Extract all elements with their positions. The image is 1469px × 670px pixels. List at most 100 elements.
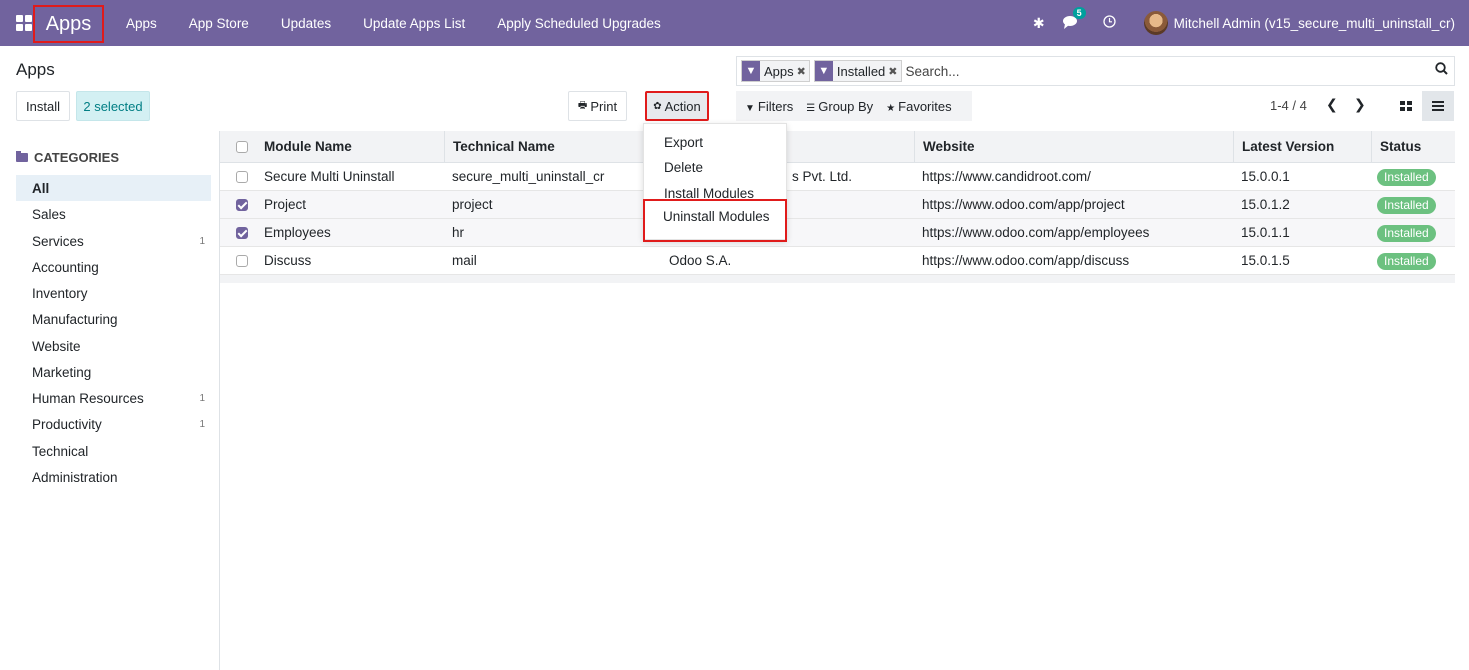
avatar[interactable] xyxy=(1143,11,1168,35)
sidebar-item-accounting[interactable]: Accounting xyxy=(16,254,211,280)
cell-technical-name: project xyxy=(452,197,493,212)
main-menu: Apps App Store Updates Update Apps List … xyxy=(110,0,677,46)
filter-icon: ▼ xyxy=(745,102,755,114)
remove-facet-icon[interactable]: ✖ xyxy=(797,65,809,78)
table-row[interactable]: Secure Multi Uninstall secure_multi_unin… xyxy=(220,163,1455,191)
search-icon[interactable] xyxy=(1435,62,1448,78)
sidebar-item-label: Website xyxy=(32,338,81,354)
table-row[interactable]: Discuss mail Odoo S.A. https://www.odoo.… xyxy=(220,247,1455,275)
column-module-name[interactable]: Module Name xyxy=(256,131,352,163)
table-row[interactable]: Project project https://www.odoo.com/app… xyxy=(220,191,1455,219)
print-icon: 🖶 xyxy=(577,99,588,111)
sidebar-item-label: Sales xyxy=(32,206,66,222)
filter-icon: ▼ xyxy=(742,61,760,81)
sidebar-item-marketing[interactable]: Marketing xyxy=(16,359,211,385)
install-button[interactable]: Install xyxy=(16,91,70,121)
status-badge: Installed xyxy=(1377,197,1436,214)
table-row[interactable]: Employees hr https://www.odoo.com/app/em… xyxy=(220,219,1455,247)
sidebar-item-all[interactable]: All xyxy=(16,175,211,201)
sidebar-item-productivity[interactable]: Productivity 1 xyxy=(16,411,211,437)
menu-apply-scheduled-upgrades[interactable]: Apply Scheduled Upgrades xyxy=(481,16,677,31)
chevron-left-icon[interactable]: ❮ xyxy=(1326,96,1338,113)
cell-website: https://www.odoo.com/app/employees xyxy=(922,225,1150,240)
kanban-view-button[interactable] xyxy=(1390,91,1422,121)
table-header: Module Name Technical Name Website Lates… xyxy=(220,131,1455,163)
status-badge: Installed xyxy=(1377,253,1436,270)
cell-module-name: Employees xyxy=(264,225,331,240)
page-title: Apps xyxy=(16,60,55,79)
row-checkbox[interactable] xyxy=(236,255,248,267)
sidebar-item-count: 1 xyxy=(199,418,205,430)
select-all-checkbox[interactable] xyxy=(236,141,248,153)
sidebar-item-sales[interactable]: Sales xyxy=(16,201,211,227)
bug-icon[interactable]: ✱ xyxy=(1033,15,1045,32)
column-status[interactable]: Status xyxy=(1371,131,1421,163)
cell-website: https://www.candidroot.com/ xyxy=(922,169,1091,184)
search-input[interactable] xyxy=(905,59,1406,83)
kanban-icon xyxy=(1400,101,1412,111)
favorites-button[interactable]: ★ Favorites xyxy=(877,99,955,114)
filter-icon: ▼ xyxy=(814,61,833,81)
sidebar-item-administration[interactable]: Administration xyxy=(16,464,211,490)
sidebar-item-label: Administration xyxy=(32,469,118,485)
menu-updates[interactable]: Updates xyxy=(265,16,347,31)
cell-version: 15.0.0.1 xyxy=(1241,169,1290,184)
favorites-label: Favorites xyxy=(898,98,952,114)
menu-update-apps-list[interactable]: Update Apps List xyxy=(347,16,481,31)
menu-app-store[interactable]: App Store xyxy=(173,16,265,31)
star-icon: ★ xyxy=(886,102,896,114)
sidebar-item-services[interactable]: Services 1 xyxy=(16,228,211,254)
column-technical-name[interactable]: Technical Name xyxy=(444,131,555,163)
menu-apps[interactable]: Apps xyxy=(110,16,173,31)
list-view-button[interactable] xyxy=(1422,91,1454,121)
cell-version: 15.0.1.1 xyxy=(1241,225,1290,240)
print-button[interactable]: 🖶 Print xyxy=(568,91,627,121)
apps-grid-icon[interactable] xyxy=(16,15,32,31)
selected-count-badge[interactable]: 2 selected xyxy=(76,91,150,121)
sidebar-item-technical[interactable]: Technical xyxy=(16,438,211,464)
sidebar-item-label: Technical xyxy=(32,443,89,459)
app-brand[interactable]: Apps xyxy=(33,5,104,43)
table-footer xyxy=(220,275,1455,283)
groupby-button[interactable]: ☰ Group By xyxy=(797,99,877,114)
row-checkbox[interactable] xyxy=(236,227,248,239)
menu-item-export[interactable]: Export xyxy=(664,135,703,150)
sidebar-item-label: Services xyxy=(32,233,84,249)
sidebar-item-manufacturing[interactable]: Manufacturing xyxy=(16,306,211,332)
message-count-badge: 5 xyxy=(1072,6,1086,19)
cell-website: https://www.odoo.com/app/discuss xyxy=(922,253,1130,268)
sidebar-item-human-resources[interactable]: Human Resources 1 xyxy=(16,385,211,411)
row-checkbox[interactable] xyxy=(236,199,248,211)
search-options: ▼ Filters ☰ Group By ★ Favorites xyxy=(736,91,972,121)
gear-icon: ✿ xyxy=(653,100,662,112)
sidebar-item-inventory[interactable]: Inventory xyxy=(16,280,211,306)
column-website[interactable]: Website xyxy=(914,131,975,163)
navbar-systray: ✱ 5 Mitchell Admin (v15_secure_multi_uni… xyxy=(1017,0,1455,46)
user-name[interactable]: Mitchell Admin (v15_secure_multi_uninsta… xyxy=(1174,16,1455,31)
chat-icon[interactable]: 5 xyxy=(1062,6,1086,32)
pager-value[interactable]: 1-4 / 4 xyxy=(1270,98,1307,113)
menu-item-uninstall-modules[interactable]: Uninstall Modules xyxy=(663,209,770,224)
chevron-right-icon[interactable]: ❯ xyxy=(1354,96,1366,113)
filters-button[interactable]: ▼ Filters xyxy=(736,99,797,114)
sidebar-item-label: Marketing xyxy=(32,364,92,380)
column-latest-version[interactable]: Latest Version xyxy=(1233,131,1334,163)
facet-value: Apps xyxy=(764,63,794,79)
clock-icon[interactable] xyxy=(1102,15,1116,31)
groupby-label: Group By xyxy=(818,98,874,114)
facet-value: Installed xyxy=(836,63,886,79)
status-badge: Installed xyxy=(1377,169,1436,186)
category-sidebar: CATEGORIES All Sales Services 1 Accountin… xyxy=(0,131,220,670)
row-checkbox[interactable] xyxy=(236,171,248,183)
cell-website: https://www.odoo.com/app/project xyxy=(922,197,1125,212)
list-icon xyxy=(1432,101,1444,111)
sidebar-item-label: All xyxy=(32,180,50,196)
menu-item-delete[interactable]: Delete xyxy=(664,160,703,175)
remove-facet-icon[interactable]: ✖ xyxy=(888,65,900,78)
bars-icon: ☰ xyxy=(806,102,816,114)
sidebar-item-website[interactable]: Website xyxy=(16,333,211,359)
action-button[interactable]: ✿ Action xyxy=(645,91,709,121)
action-label: Action xyxy=(664,98,701,114)
sidebar-item-label: Inventory xyxy=(32,285,88,301)
cell-technical-name: mail xyxy=(452,253,477,268)
